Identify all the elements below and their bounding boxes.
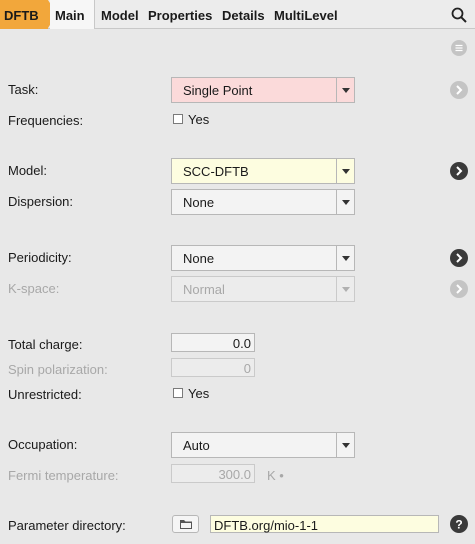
tab-properties[interactable]: Properties — [148, 0, 212, 29]
engine-tab-dftb[interactable]: DFTB — [0, 0, 57, 29]
svg-text:?: ? — [455, 518, 462, 532]
task-label: Task: — [8, 82, 39, 97]
fermi-temperature-label: Fermi temperature: — [8, 468, 119, 483]
model-value: SCC-DFTB — [183, 164, 249, 179]
spin-polarization-input[interactable]: 0 — [171, 358, 255, 377]
model-select[interactable]: SCC-DFTB — [171, 158, 355, 184]
chevron-down-icon — [336, 246, 354, 270]
occupation-value: Auto — [183, 438, 210, 453]
model-label: Model: — [8, 163, 48, 178]
frequencies-checkbox-label[interactable]: Yes — [188, 112, 209, 127]
fermi-temperature-unit[interactable]: K • — [267, 468, 284, 483]
frequencies-label: Frequencies: — [8, 113, 84, 128]
chevron-down-icon — [336, 190, 354, 214]
unrestricted-label: Unrestricted: — [8, 387, 82, 402]
folder-icon — [180, 520, 192, 529]
chevron-down-icon — [336, 159, 354, 183]
unrestricted-checkbox[interactable] — [173, 388, 183, 398]
kspace-label: K-space: — [8, 281, 60, 296]
unrestricted-checkbox-label[interactable]: Yes — [188, 386, 209, 401]
dispersion-label: Dispersion: — [8, 194, 74, 209]
task-details-button[interactable] — [450, 81, 468, 99]
kspace-value: Normal — [183, 282, 225, 297]
tab-model[interactable]: Model — [101, 0, 139, 29]
occupation-label: Occupation: — [8, 437, 78, 452]
chevron-down-icon — [336, 433, 354, 457]
spin-polarization-label: Spin polarization: — [8, 362, 108, 377]
parameter-directory-input[interactable]: DFTB.org/mio-1-1 — [210, 515, 439, 533]
task-select[interactable]: Single Point — [171, 77, 355, 103]
menu-icon[interactable] — [451, 40, 467, 56]
tab-main[interactable]: Main — [50, 0, 95, 29]
tab-details[interactable]: Details — [222, 0, 265, 29]
periodicity-value: None — [183, 251, 215, 266]
help-icon[interactable]: ? — [450, 515, 468, 533]
top-bar: DFTB Main Model Properties Details Multi… — [0, 0, 475, 29]
kspace-details-button[interactable] — [450, 280, 468, 298]
search-icon[interactable] — [451, 7, 467, 23]
kspace-select[interactable]: Normal — [171, 276, 355, 302]
occupation-select[interactable]: Auto — [171, 432, 355, 458]
fermi-temperature-input[interactable]: 300.0 — [171, 464, 255, 483]
browse-folder-button[interactable] — [172, 515, 199, 533]
chevron-down-icon — [336, 277, 354, 301]
periodicity-label: Periodicity: — [8, 250, 72, 265]
periodicity-details-button[interactable] — [450, 249, 468, 267]
total-charge-input[interactable]: 0.0 — [171, 333, 255, 352]
total-charge-label: Total charge: — [8, 337, 83, 352]
tab-multilevel[interactable]: MultiLevel — [274, 0, 338, 29]
periodicity-select[interactable]: None — [171, 245, 355, 271]
dispersion-value: None — [183, 195, 215, 210]
task-value: Single Point — [183, 83, 253, 98]
chevron-down-icon — [336, 78, 354, 102]
parameter-directory-label: Parameter directory: — [8, 518, 126, 533]
model-details-button[interactable] — [450, 162, 468, 180]
frequencies-checkbox[interactable] — [173, 114, 183, 124]
dispersion-select[interactable]: None — [171, 189, 355, 215]
